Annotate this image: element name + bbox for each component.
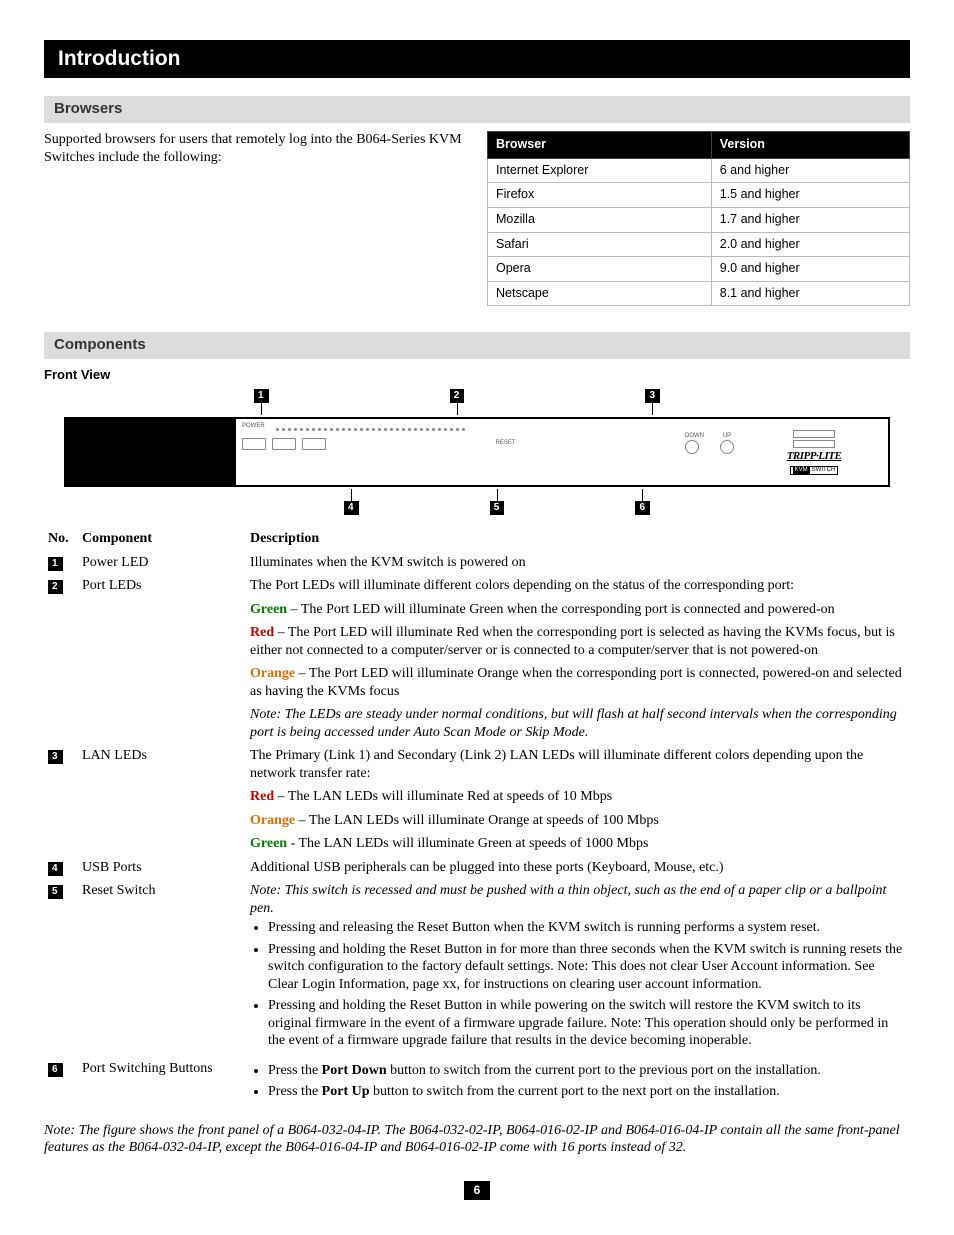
th-component: Component — [78, 527, 246, 551]
lan-led-icon — [793, 440, 835, 448]
browsers-th-version: Version — [711, 132, 909, 159]
table-row: Mozilla1.7 and higher — [488, 207, 910, 232]
callout-1: 1 — [254, 389, 269, 403]
power-label: POWER — [242, 423, 265, 431]
lan-led-icon — [793, 430, 835, 438]
up-button-icon — [720, 440, 734, 454]
table-row: Opera9.0 and higher — [488, 257, 910, 282]
table-row: Internet Explorer6 and higher — [488, 158, 910, 183]
subheading-browsers: Browsers — [44, 96, 910, 123]
table-row: 6 Port Switching Buttons Press the Port … — [44, 1057, 910, 1108]
table-row: 5 Reset Switch Note: This switch is rece… — [44, 879, 910, 1057]
down-button-icon — [685, 440, 699, 454]
callout-4: 4 — [344, 501, 359, 515]
subheading-components: Components — [44, 332, 910, 359]
kvm-switch-badge: KVM SWITCH — [790, 466, 839, 476]
table-row: 4 USB Ports Additional USB peripherals c… — [44, 856, 910, 880]
panel-right-region: TRIPP·LITE KVM SWITCH — [740, 419, 888, 485]
usb-port-icon — [242, 438, 266, 450]
down-label: DOWN — [685, 433, 704, 441]
callout-2: 2 — [450, 389, 465, 403]
components-table: No. Component Description 1 Power LED Il… — [44, 527, 910, 1108]
figure-footnote: Note: The figure shows the front panel o… — [44, 1122, 910, 1157]
th-no: No. — [44, 527, 78, 551]
browsers-th-browser: Browser — [488, 132, 712, 159]
browsers-table: Browser Version Internet Explorer6 and h… — [487, 131, 910, 306]
table-row: 1 Power LED Illuminates when the KVM swi… — [44, 551, 910, 575]
table-row: 2 Port LEDs The Port LEDs will illuminat… — [44, 574, 910, 744]
th-description: Description — [246, 527, 910, 551]
callout-5: 5 — [490, 501, 505, 515]
panel-main-region: POWER RESET DOWN — [236, 419, 740, 485]
callout-6: 6 — [635, 501, 650, 515]
usb-port-icon — [302, 438, 326, 450]
browsers-intro-text: Supported browsers for users that remote… — [44, 131, 467, 166]
table-row: 3 LAN LEDs The Primary (Link 1) and Seco… — [44, 744, 910, 856]
front-view-label: Front View — [44, 367, 910, 383]
usb-port-icon — [272, 438, 296, 450]
page-number: 6 — [464, 1181, 491, 1200]
section-title-introduction: Introduction — [44, 40, 910, 78]
table-row: Firefox1.5 and higher — [488, 183, 910, 208]
up-label: UP — [720, 433, 734, 441]
table-row: Safari2.0 and higher — [488, 232, 910, 257]
reset-label: RESET — [495, 440, 515, 448]
panel-black-region — [66, 419, 236, 485]
brand-logo: TRIPP·LITE — [787, 450, 842, 464]
front-view-diagram: 1 2 3 POWER RESET — [44, 389, 910, 515]
callout-3: 3 — [645, 389, 660, 403]
table-row: Netscape8.1 and higher — [488, 281, 910, 306]
